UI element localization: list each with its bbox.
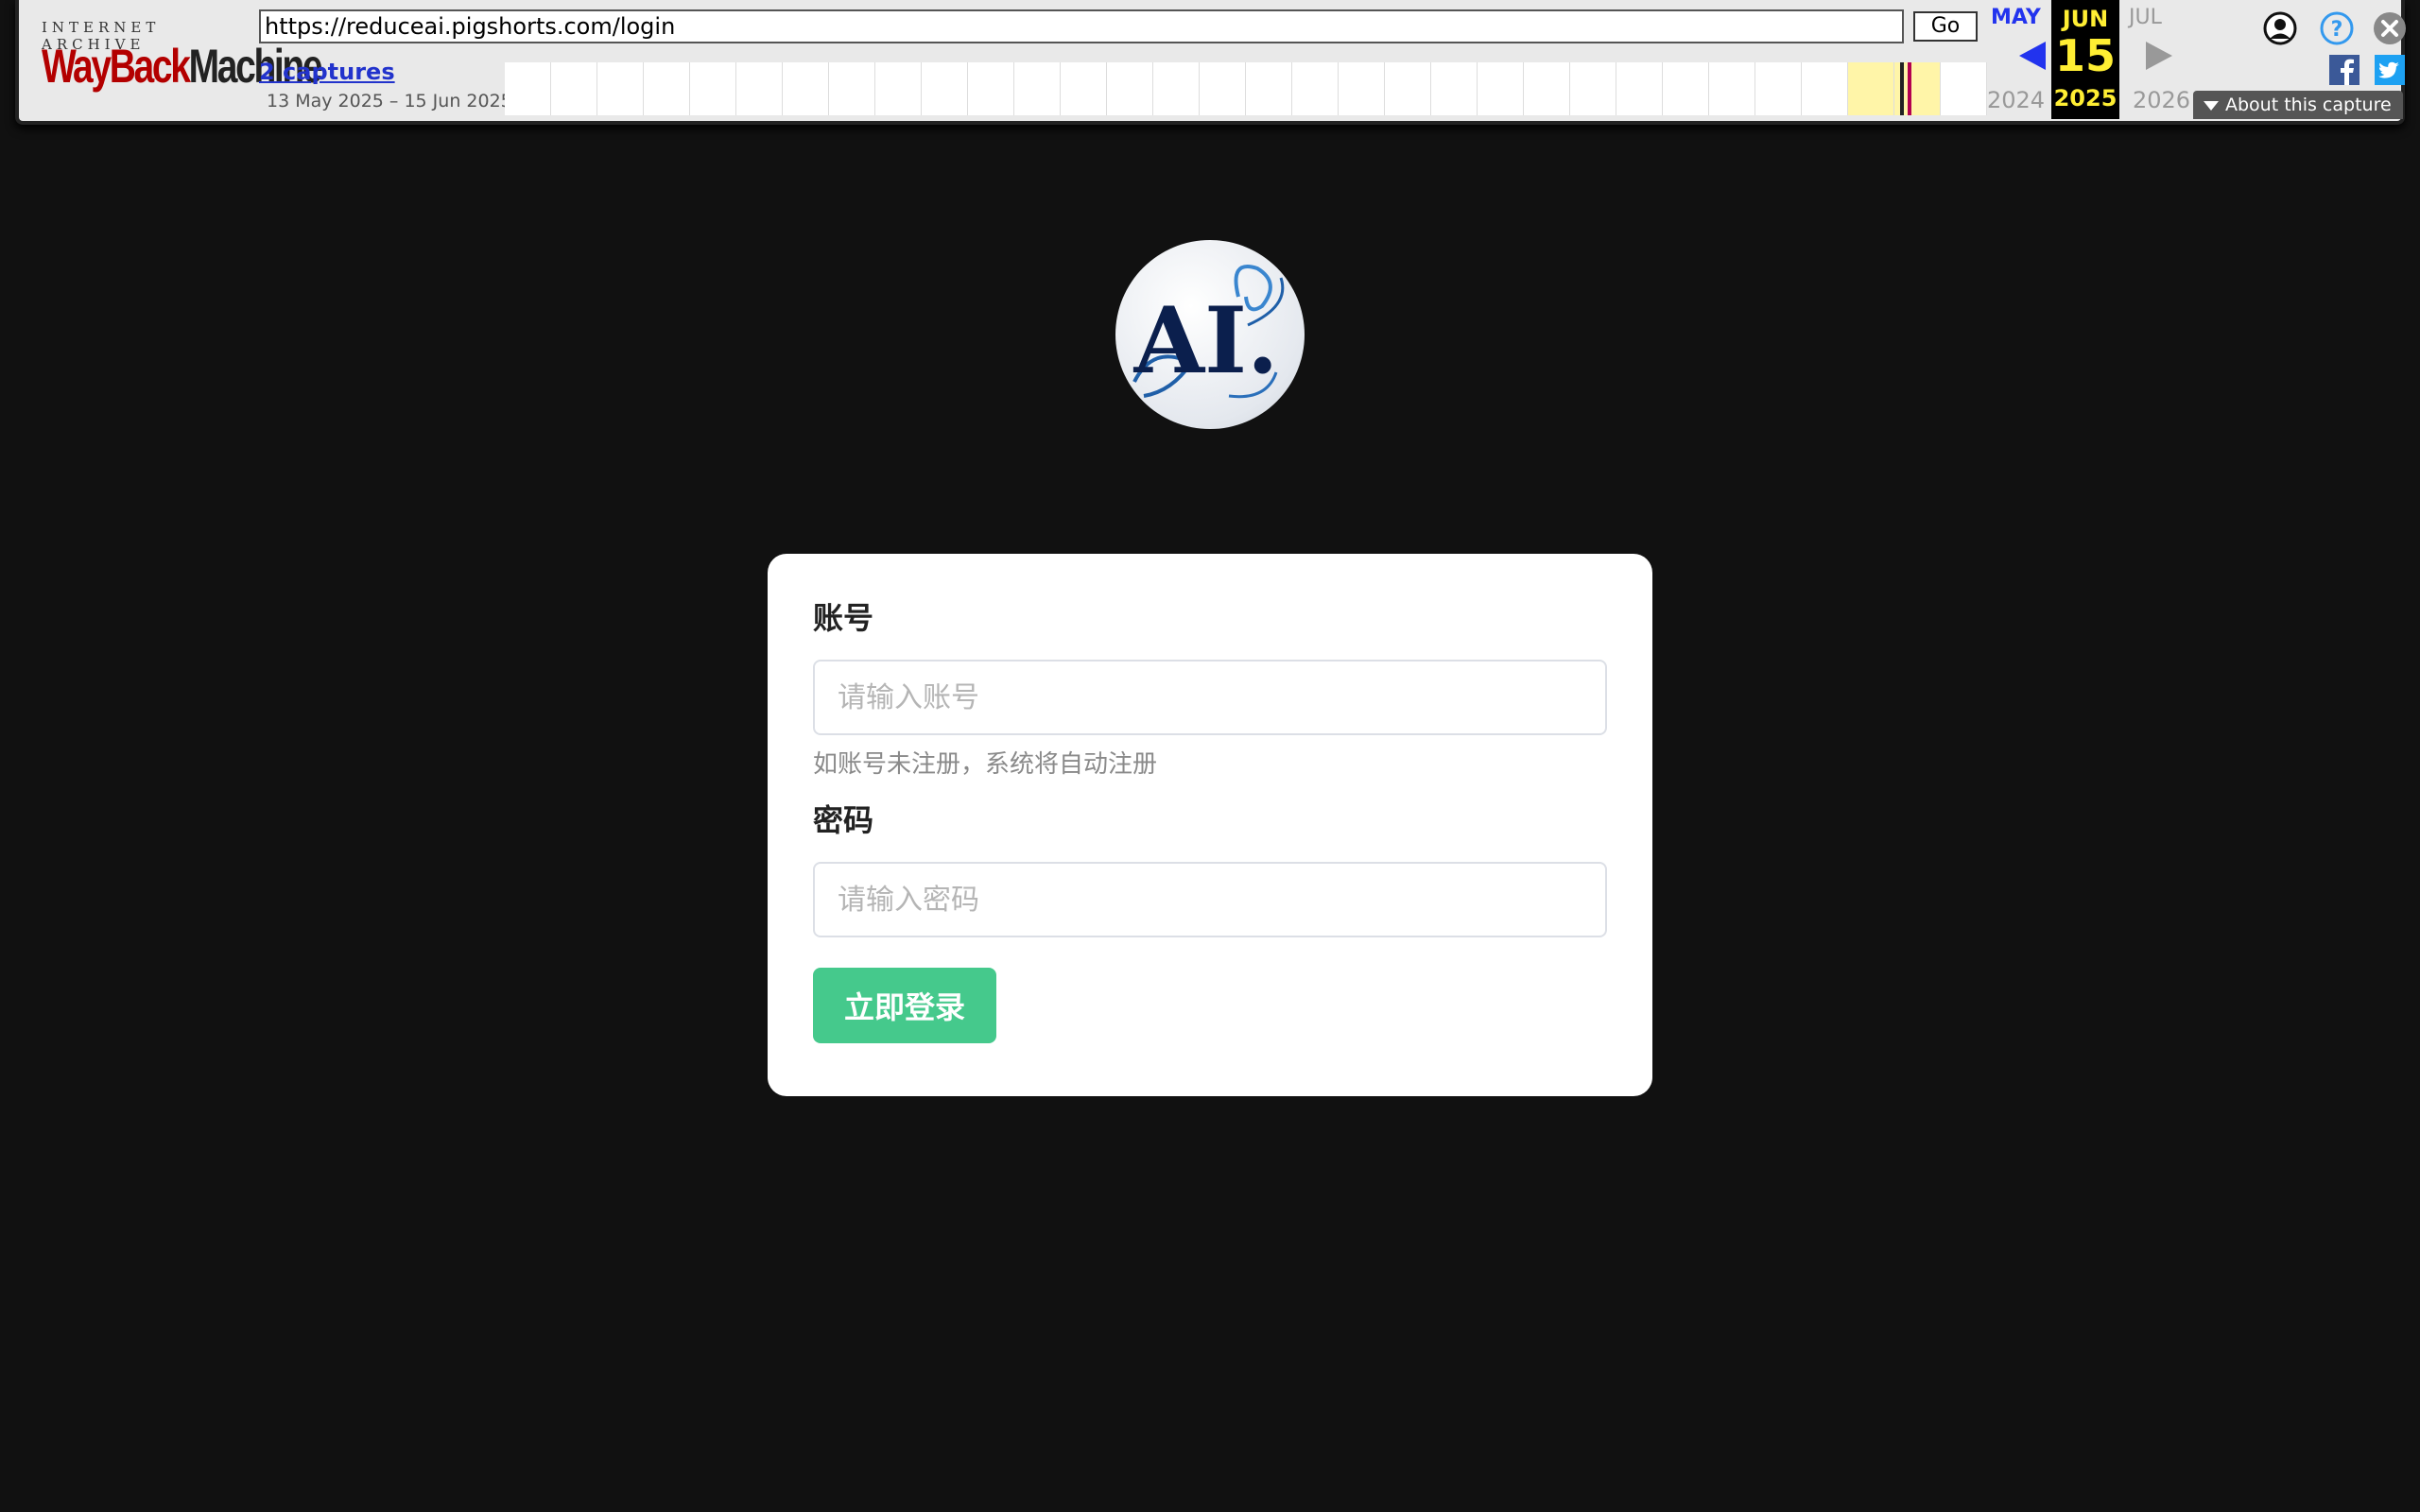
password-input[interactable] [813,862,1607,937]
current-capture-date: JUN 15 2025 [2051,0,2119,119]
next-arrow-icon [2146,42,2172,70]
wayback-logo-way: WayBack [42,40,191,93]
capture-sparkline[interactable] [505,62,1987,115]
password-label: 密码 [813,802,874,838]
account-hint: 如账号未注册，系统将自动注册 [813,750,1158,779]
prev-year-link[interactable]: 2024 [1987,87,2045,113]
account-input[interactable] [813,660,1607,735]
about-capture-button[interactable]: About this capture [2193,91,2403,119]
site-logo: AI. [1115,240,1305,429]
current-month: JUN [2062,6,2109,32]
caret-down-icon [2204,100,2219,111]
logo-text: AI. [1133,287,1279,394]
current-day: 15 [2054,30,2116,81]
twitter-icon[interactable] [2375,55,2405,85]
login-button[interactable]: 立即登录 [813,968,996,1043]
prev-month-link[interactable]: MAY [1991,6,2041,29]
capture-marker-current[interactable] [1908,62,1911,115]
login-card: 账号 如账号未注册，系统将自动注册 密码 立即登录 [768,554,1652,1096]
captures-link[interactable]: 2 captures [259,59,395,85]
facebook-icon[interactable] [2329,55,2360,85]
wayback-url-input[interactable]: https://reduceai.pigshorts.com/login [259,9,1904,43]
next-month-label: JUL [2129,6,2162,29]
wayback-go-button[interactable]: Go [1913,11,1978,42]
user-account-icon[interactable] [2263,11,2297,45]
prev-arrow-icon[interactable] [2017,40,2049,72]
wayback-toolbar: INTERNET ARCHIVE WayBackMachine https://… [15,0,2407,125]
next-year-label: 2026 [2133,87,2191,113]
close-icon[interactable] [2373,11,2407,45]
ai-logo-icon: AI. [1132,265,1285,399]
about-capture-label: About this capture [2225,94,2392,115]
current-year: 2025 [2053,85,2118,112]
wayback-logo[interactable]: INTERNET ARCHIVE WayBackMachine [42,19,323,104]
capture-marker[interactable] [1900,62,1904,115]
capture-date-range: 13 May 2025 – 15 Jun 2025 [267,91,512,112]
help-icon[interactable]: ? [2320,11,2354,45]
account-label: 账号 [813,600,874,636]
svg-text:?: ? [2331,18,2343,42]
